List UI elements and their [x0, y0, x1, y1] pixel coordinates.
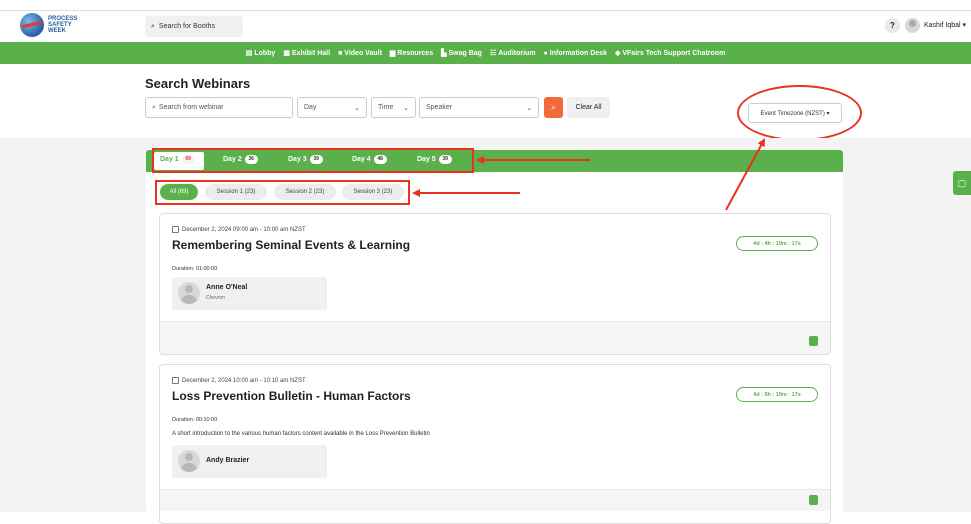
speaker-name: Anne O'Neal	[206, 284, 248, 291]
annotation-box-sessions	[155, 180, 410, 205]
folder-icon: ▆	[389, 50, 396, 57]
speaker-select[interactable]: Speaker ⌄	[419, 97, 539, 118]
chat-icon[interactable]: ▢	[953, 171, 971, 195]
webinar-duration: Duration: 00:10:00	[172, 417, 218, 423]
info-icon: ●	[543, 49, 548, 57]
user-avatar[interactable]	[905, 18, 920, 33]
nav-auditorium[interactable]: ☷ Auditorium	[489, 49, 536, 58]
time-select-label: Time	[378, 104, 394, 111]
webinar-title[interactable]: Remembering Seminal Events & Learning	[172, 238, 410, 252]
speaker-card[interactable]: Anne O'Neal Chevron	[172, 277, 327, 310]
calendar-icon	[172, 226, 179, 233]
nav-tech-support[interactable]: ◆ VFairs Tech Support Chatroom	[614, 49, 726, 58]
day-select-label: Day	[304, 104, 317, 111]
clear-all-button[interactable]: Clear All	[567, 97, 610, 118]
webinar-card[interactable]: December 2, 2024 09:00 am - 10:00 am NZS…	[159, 213, 831, 355]
video-icon: ■	[338, 49, 343, 57]
speaker-org: Chevron	[206, 295, 225, 301]
search-icon: ⌕	[152, 103, 156, 111]
webinar-duration: Duration: 01:00:00	[172, 266, 218, 272]
nav-label: VFairs Tech Support Chatroom	[622, 49, 726, 57]
search-icon: ⌕	[550, 102, 557, 112]
add-to-calendar-icon[interactable]	[809, 336, 818, 346]
globe-icon	[20, 13, 44, 37]
calendar-icon	[172, 377, 179, 384]
event-logo[interactable]: PROCESS SAFETY WEEK	[20, 13, 90, 37]
nav-label: Swag Bag	[448, 49, 482, 57]
webinar-title[interactable]: Loss Prevention Bulletin - Human Factors	[172, 389, 411, 403]
nav-label: Lobby	[254, 49, 276, 57]
search-button[interactable]: ⌕	[544, 97, 563, 118]
time-select[interactable]: Time ⌄	[371, 97, 416, 118]
speaker-avatar	[178, 450, 200, 472]
card-footer	[160, 489, 830, 511]
speaker-name: Andy Brazier	[206, 457, 250, 464]
chevron-down-icon: ⌄	[354, 104, 360, 112]
search-icon: ⌕	[151, 22, 155, 30]
countdown-badge: 4d : 5h : 19m : 17s	[736, 387, 818, 402]
page-title: Search Webinars	[145, 76, 251, 91]
chevron-down-icon: ⌄	[403, 104, 409, 112]
nav-label: Exhibit Hall	[291, 49, 331, 57]
add-to-calendar-icon[interactable]	[809, 495, 818, 505]
card-footer	[160, 321, 830, 354]
webinar-date: December 2, 2024 10:00 am - 10:10 am NZS…	[172, 377, 306, 384]
date-text: December 2, 2024 10:00 am - 10:10 am NZS…	[182, 377, 306, 384]
booth-search-placeholder: Search for Booths	[158, 23, 215, 30]
user-menu[interactable]: Kashif Iqbal ▾	[924, 21, 966, 29]
help-button[interactable]: ?	[885, 18, 900, 33]
top-header: PROCESS SAFETY WEEK ⌕ Search for Booths …	[0, 10, 971, 40]
booth-search-input[interactable]: ⌕ Search for Booths	[145, 16, 243, 37]
nav-information-desk[interactable]: ● Information Desk	[544, 50, 607, 57]
nav-video-vault[interactable]: ■ Video Vault	[338, 50, 382, 57]
nav-swag-bag[interactable]: ▙ Swag Bag	[441, 49, 482, 58]
nav-label: Resources	[397, 49, 434, 57]
nav-resources[interactable]: ▆ Resources	[389, 49, 434, 58]
date-text: December 2, 2024 09:00 am - 10:00 am NZS…	[182, 226, 306, 233]
chevron-down-icon: ⌄	[526, 104, 532, 112]
lobby-icon: ▤	[245, 50, 253, 57]
main-nav: ▤ Lobby ▦ Exhibit Hall ■ Video Vault ▆ Resou…	[0, 42, 971, 64]
webinar-search-placeholder: Search from webinar	[158, 104, 224, 111]
webinar-date: December 2, 2024 09:00 am - 10:00 am NZS…	[172, 226, 306, 233]
nav-label: Auditorium	[498, 49, 536, 57]
speaker-card[interactable]: Andy Brazier	[172, 445, 327, 478]
speaker-select-label: Speaker	[426, 104, 453, 111]
day-select[interactable]: Day ⌄	[297, 97, 367, 118]
list-icon: ☷	[489, 50, 497, 57]
webinar-description: A short introduction to the various huma…	[172, 431, 430, 437]
bag-icon: ▙	[441, 50, 447, 57]
webinar-card[interactable]: December 2, 2024 10:00 am - 10:10 am NZS…	[159, 364, 831, 524]
webinar-search-input[interactable]: ⌕ Search from webinar	[145, 97, 293, 118]
nav-label: Information Desk	[549, 49, 607, 57]
annotation-ellipse	[737, 85, 862, 141]
annotation-box-days	[152, 148, 474, 173]
countdown-badge: 4d : 4h : 19m : 17s	[736, 236, 818, 251]
speaker-avatar	[178, 282, 200, 304]
chat-bubble-icon: ◆	[614, 50, 621, 57]
logo-text: PROCESS SAFETY WEEK	[48, 16, 78, 34]
nav-label: Video Vault	[344, 49, 382, 57]
exhibit-hall-icon: ▦	[283, 50, 290, 57]
nav-exhibit-hall[interactable]: ▦ Exhibit Hall	[283, 49, 331, 58]
nav-lobby[interactable]: ▤ Lobby	[245, 49, 276, 58]
